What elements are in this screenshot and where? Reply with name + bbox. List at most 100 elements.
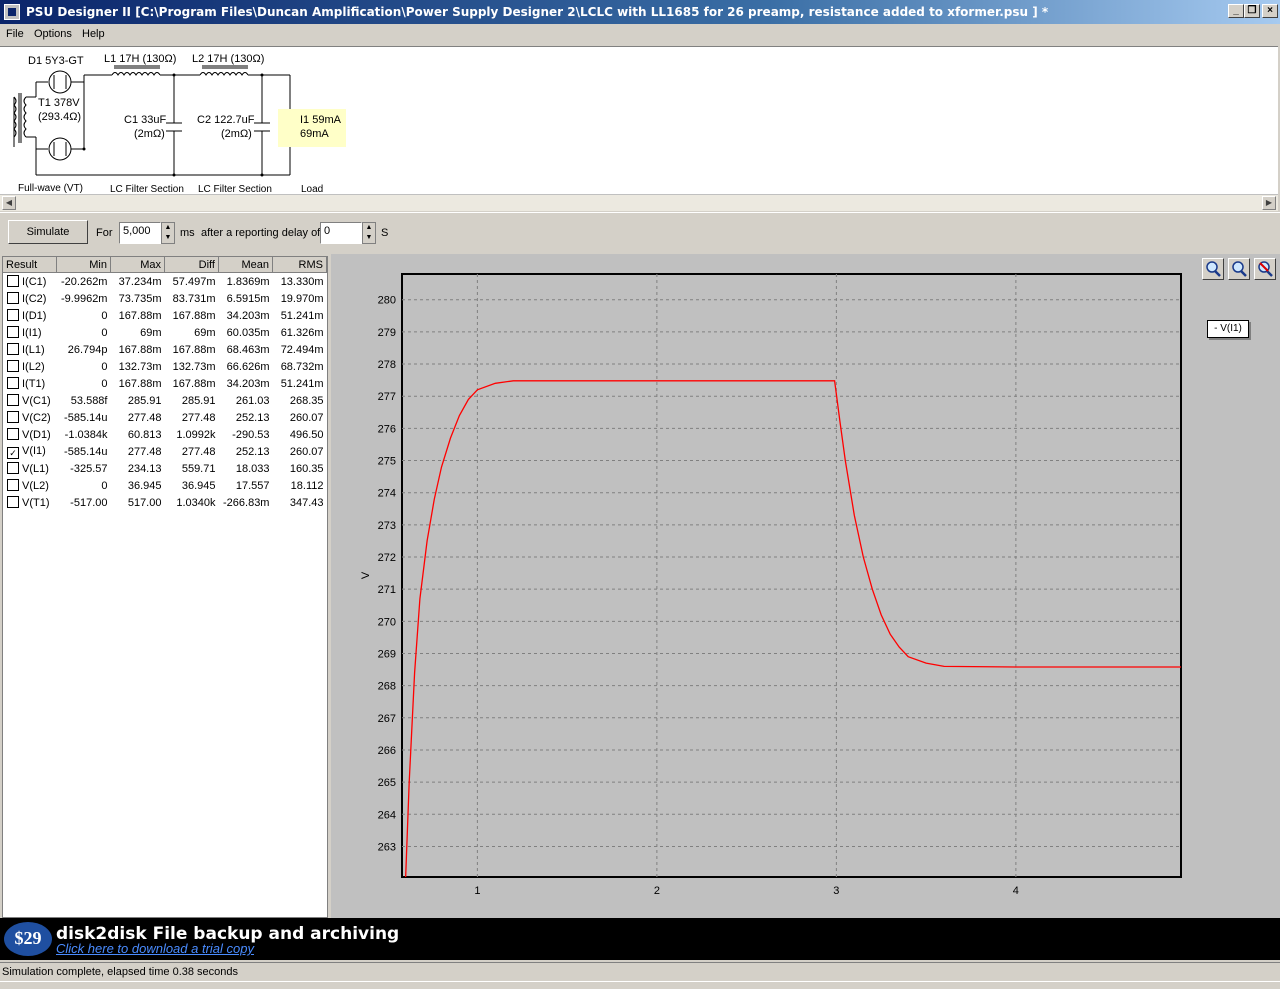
y-tick-label: 270 (378, 616, 396, 628)
chart-legend[interactable]: - V(I1) (1207, 320, 1249, 338)
zoom-out-button[interactable] (1228, 258, 1250, 280)
result-rms-cell: 260.07 (289, 445, 324, 458)
table-row[interactable]: I(C1) -20.262m 37.234m 57.497m 1.8369m 13.330… (3, 273, 327, 291)
result-checkbox[interactable] (7, 462, 19, 474)
result-min-cell: -9.9962m (61, 292, 108, 305)
table-row[interactable]: V(L2) 0 36.945 36.945 17.557 18.112 (3, 477, 327, 494)
duration-spinner[interactable]: ▲ ▼ (161, 222, 175, 244)
zoom-in-button[interactable] (1202, 258, 1224, 280)
result-min-cell: 0 (101, 377, 108, 390)
header-mean[interactable]: Mean (218, 257, 273, 273)
menu-options[interactable]: Options (34, 28, 72, 40)
y-tick-label: 271 (378, 584, 396, 596)
duration-input[interactable]: 5,000 (119, 222, 161, 244)
result-max-cell: 73.735m (118, 292, 162, 305)
table-row[interactable]: I(C2) -9.9962m 73.735m 83.731m 6.5915m 19.970… (3, 290, 327, 307)
result-checkbox[interactable] (7, 309, 19, 321)
delay-spinner[interactable]: ▲ ▼ (362, 222, 376, 244)
table-row[interactable]: V(C1) 53.588f 285.91 285.91 261.03 268.35 (3, 392, 327, 409)
result-checkbox[interactable] (7, 479, 19, 491)
result-checkbox[interactable] (7, 428, 19, 440)
y-tick-label: 278 (378, 359, 396, 371)
restore-button[interactable]: ❐ (1244, 4, 1260, 18)
l1-label[interactable]: L1 17H (130Ω) (104, 53, 176, 65)
simulate-button[interactable]: Simulate (8, 220, 88, 244)
table-row[interactable]: V(D1) -1.0384k 60.813 1.0992k -290.53 496.50 (3, 426, 327, 443)
result-checkbox[interactable] (7, 326, 19, 338)
c1-label[interactable]: C1 33uF (124, 114, 166, 126)
result-rms-cell: 19.970m (280, 292, 324, 305)
table-row[interactable]: I(D1) 0 167.88m 167.88m 34.203m 51.241m (3, 307, 327, 324)
ad-download-link[interactable]: Click here to download a trial copy (56, 941, 254, 956)
result-rms-cell: 51.241m (280, 309, 324, 322)
ad-banner[interactable]: $29 disk2disk File backup and archiving … (0, 918, 1280, 960)
table-row[interactable]: ✓ V(I1) -585.14u 277.48 277.48 252.13 260.07 (3, 443, 327, 460)
result-checkbox[interactable] (7, 292, 19, 304)
table-row[interactable]: I(I1) 0 69m 69m 60.035m 61.326m (3, 324, 327, 341)
app-icon[interactable] (4, 4, 20, 20)
result-checkbox[interactable] (7, 496, 19, 508)
table-row[interactable]: V(T1) -517.00 517.00 1.0340k -266.83m 347.43 (3, 494, 327, 511)
y-tick-label: 277 (378, 391, 396, 403)
zoom-reset-button[interactable] (1254, 258, 1276, 280)
header-min[interactable]: Min (56, 257, 111, 273)
result-checkbox[interactable]: ✓ (7, 446, 19, 459)
results-panel: Result Min Max Diff Mean RMS I(C1) -20.26… (2, 256, 328, 918)
result-checkbox[interactable] (7, 275, 19, 287)
result-max-cell: 36.945 (127, 479, 162, 492)
header-result[interactable]: Result (3, 257, 57, 273)
result-rms-cell: 72.494m (280, 343, 324, 356)
schematic-canvas[interactable]: D1 5Y3-GT L1 17H (130Ω) L2 17H (130Ω) T1… (0, 46, 1278, 195)
result-checkbox[interactable] (7, 343, 19, 355)
table-row[interactable]: I(L1) 26.794p 167.88m 167.88m 68.463m 72.494m (3, 341, 327, 358)
y-tick-label: 269 (378, 648, 396, 660)
minimize-button[interactable]: _ (1228, 4, 1244, 18)
scroll-left-button[interactable]: ◀ (2, 196, 16, 210)
result-name: I(C2) (22, 293, 47, 305)
close-button[interactable]: × (1262, 4, 1278, 18)
result-checkbox[interactable] (7, 394, 19, 406)
result-min-cell: -517.00 (70, 496, 108, 509)
menu-file[interactable]: File (6, 28, 24, 40)
table-row[interactable]: V(C2) -585.14u 277.48 277.48 252.13 260.07 (3, 409, 327, 426)
result-mean-cell: 6.5915m (226, 292, 270, 305)
result-min-cell: -585.14u (64, 445, 108, 458)
table-row[interactable]: V(L1) -325.57 234.13 559.71 18.033 160.35 (3, 460, 327, 477)
result-diff-cell: 167.88m (172, 377, 216, 390)
result-checkbox[interactable] (7, 411, 19, 423)
y-axis-label: V (360, 571, 372, 579)
l2-label[interactable]: L2 17H (130Ω) (192, 53, 264, 65)
header-diff[interactable]: Diff (164, 257, 219, 273)
x-tick-label: 1 (474, 885, 480, 897)
scroll-right-button[interactable]: ▶ (1262, 196, 1276, 210)
zoom-reset-icon (1258, 261, 1273, 277)
result-min-cell: 0 (101, 309, 108, 322)
result-diff-cell: 69m (194, 326, 216, 339)
result-name: I(C1) (22, 276, 47, 288)
i1-label[interactable]: I1 59mA (300, 114, 341, 126)
result-rms-cell: 61.326m (280, 326, 324, 339)
result-diff-cell: 57.497m (172, 275, 216, 288)
voltage-chart[interactable]: 1 2 3 4 263 264 265 266 267 268 269 270 271 272 273 274… (331, 254, 1280, 918)
schematic-hscrollbar[interactable]: ◀ ▶ (0, 194, 1278, 211)
d1-label[interactable]: D1 5Y3-GT (28, 55, 84, 67)
result-rms-cell: 347.43 (289, 496, 324, 509)
result-min-cell: 0 (101, 479, 108, 492)
result-checkbox[interactable] (7, 377, 19, 389)
result-diff-cell: 167.88m (172, 343, 216, 356)
menu-help[interactable]: Help (82, 28, 105, 40)
result-name: V(I1) (22, 444, 46, 457)
t1-label[interactable]: T1 378V (38, 97, 80, 109)
result-mean-cell: 17.557 (235, 479, 270, 492)
result-name-cell: V(T1) (3, 494, 56, 511)
header-max[interactable]: Max (110, 257, 165, 273)
result-checkbox[interactable] (7, 360, 19, 372)
delay-input[interactable]: 0 (320, 222, 362, 244)
c2-label[interactable]: C2 122.7uF (197, 114, 254, 126)
table-row[interactable]: I(T1) 0 167.88m 167.88m 34.203m 51.241m (3, 375, 327, 392)
result-min-cell: -20.262m (61, 275, 108, 288)
table-row[interactable]: I(L2) 0 132.73m 132.73m 66.626m 68.732m (3, 358, 327, 375)
result-name: V(L2) (22, 480, 49, 492)
header-rms[interactable]: RMS (272, 257, 328, 273)
result-name-cell: I(L2) (3, 358, 56, 375)
